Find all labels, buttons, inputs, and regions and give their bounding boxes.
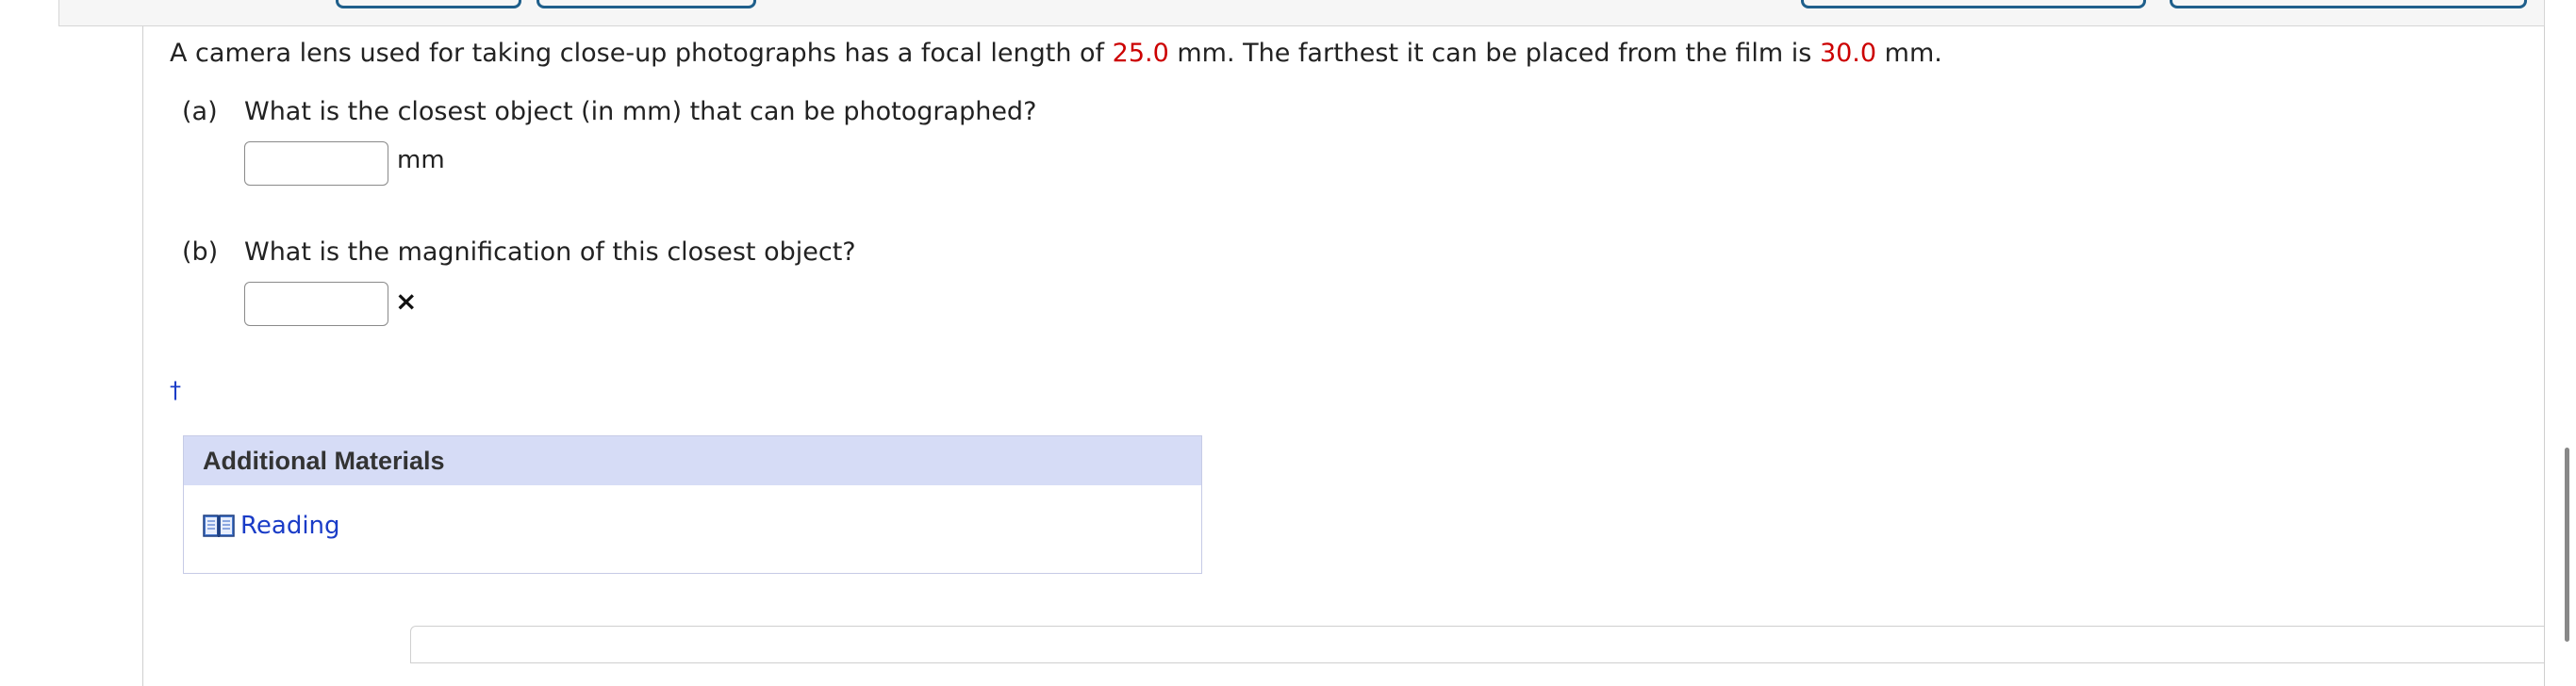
footnote-dagger[interactable]: † (170, 377, 181, 403)
additional-materials-box: Additional Materials Reading (183, 435, 1202, 574)
question-text: A camera lens used for taking close-up p… (170, 38, 1942, 70)
toolbar-button-4[interactable] (2170, 0, 2527, 8)
part-b-question: What is the magnification of this closes… (244, 237, 856, 267)
part-b-answer-input[interactable] (244, 282, 388, 326)
focal-length-value: 25.0 (1112, 39, 1169, 68)
question-end: mm. (1876, 39, 1942, 68)
max-distance-value: 30.0 (1819, 39, 1877, 68)
toolbar-button-3[interactable] (1801, 0, 2146, 8)
page-scrollbar[interactable] (2565, 448, 2569, 642)
reading-link[interactable]: Reading (203, 512, 340, 540)
next-section-container (410, 626, 2545, 663)
additional-materials-title: Additional Materials (184, 436, 1201, 485)
reading-link-label[interactable]: Reading (240, 512, 340, 540)
part-b-unit: × (395, 286, 418, 317)
toolbar-button-1[interactable] (336, 0, 521, 8)
toolbar-button-2[interactable] (537, 0, 756, 8)
part-a-question: What is the closest object (in mm) that … (244, 97, 1037, 126)
book-icon (203, 513, 235, 539)
part-a-letter: (a) (182, 97, 218, 126)
question-mid: mm. The farthest it can be placed from t… (1168, 39, 1820, 68)
part-a-answer-input[interactable] (244, 141, 388, 186)
part-b-letter: (b) (182, 237, 219, 267)
part-a-unit: mm (397, 146, 445, 174)
question-intro: A camera lens used for taking close-up p… (170, 39, 1113, 68)
